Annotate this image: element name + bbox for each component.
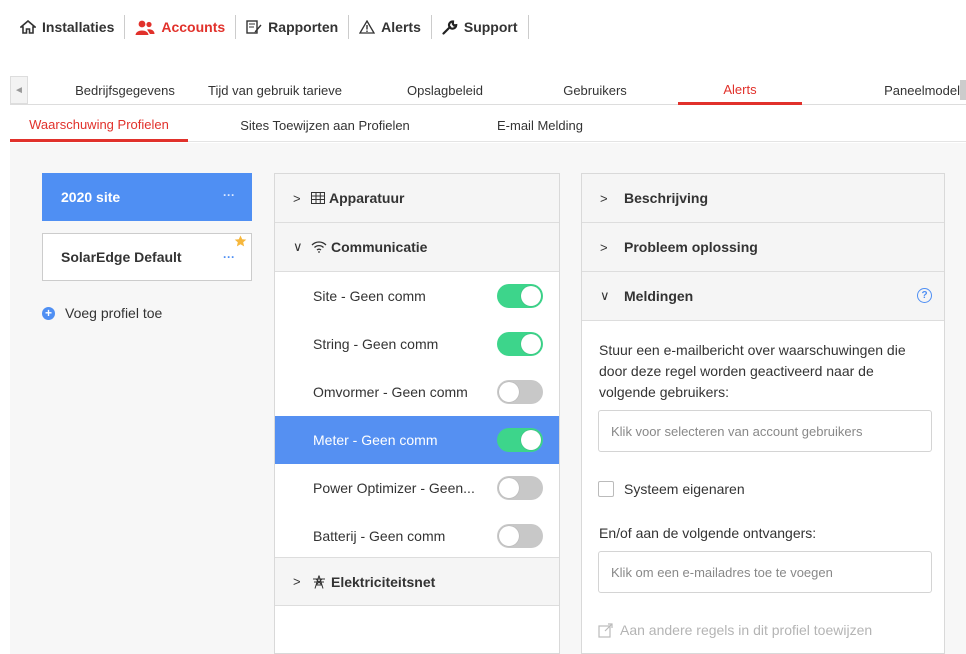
tab-sites-toewijzen[interactable]: Sites Toewijzen aan Profielen (212, 110, 438, 141)
chevron-down-icon: ∨ (600, 288, 610, 303)
tab-waarschuwing-profielen[interactable]: Waarschuwing Profielen (10, 110, 188, 142)
tab-tijd-van-gebruik-tarieven[interactable]: Tijd van gebruik tarieve (200, 76, 350, 104)
nav-accounts[interactable]: Accounts (125, 15, 237, 39)
alert-label: Batterij - Geen comm (313, 528, 446, 544)
chevron-right-icon: > (600, 239, 608, 255)
star-icon (234, 235, 247, 251)
tab-scroll-right-button[interactable] (960, 80, 966, 100)
profile-name: 2020 site (61, 189, 121, 205)
assign-to-other-rules-link[interactable]: Aan andere regels in dit profiel toewijz… (598, 622, 872, 638)
chevron-right-icon: > (600, 190, 608, 206)
nav-alerts-label: Alerts (381, 19, 421, 35)
export-icon (598, 622, 614, 638)
toggle-knob (521, 430, 541, 450)
category-label: Elektriciteitsnet (331, 573, 436, 590)
recipients-label: En/of aan de volgende ontvangers: (599, 525, 817, 541)
assign-label: Aan andere regels in dit profiel toewijz… (620, 622, 873, 638)
help-icon[interactable]: ? (917, 288, 932, 303)
warning-triangle-icon (359, 20, 376, 34)
tab-email-melding[interactable]: E-mail Melding (480, 110, 600, 141)
profile-item-2020-site[interactable]: 2020 site ··· (42, 173, 252, 221)
tab-paneelmodel[interactable]: Paneelmodel (855, 76, 960, 104)
system-owners-label: Systeem eigenaren (624, 481, 745, 497)
toggle-knob (499, 526, 519, 546)
toggle-knob (499, 382, 519, 402)
report-edit-icon (246, 20, 262, 34)
section-label: Probleem oplossing (624, 239, 758, 255)
alert-toggle[interactable] (497, 380, 543, 404)
alert-toggle[interactable] (497, 428, 543, 452)
more-options-icon[interactable]: ··· (223, 188, 235, 202)
alert-row-power-optimizer-geen-comm[interactable]: Power Optimizer - Geen... (275, 464, 559, 512)
profile-name: SolarEdge Default (61, 249, 182, 265)
system-owners-option[interactable]: Systeem eigenaren (598, 481, 745, 497)
toggle-knob (499, 478, 519, 498)
top-nav-bar: Installaties Accounts Rapporten Alerts S… (10, 8, 529, 46)
system-owners-checkbox[interactable] (598, 481, 614, 497)
tab-opslagbeleid[interactable]: Opslagbeleid (350, 76, 540, 104)
nav-alerts[interactable]: Alerts (349, 15, 432, 39)
nav-rapporten[interactable]: Rapporten (236, 15, 350, 39)
alert-row-omvormer-geen-comm[interactable]: Omvormer - Geen comm (275, 368, 559, 416)
alert-label: Site - Geen comm (313, 288, 426, 304)
category-apparatuur-header[interactable]: > Apparatuur (275, 174, 559, 223)
chevron-right-icon: > (293, 574, 301, 589)
nav-installaties-label: Installaties (42, 19, 115, 35)
nav-accounts-label: Accounts (161, 19, 226, 35)
toggle-knob (521, 334, 541, 354)
section-label: Beschrijving (624, 190, 709, 206)
section-meldingen-header[interactable]: ∨ Meldingen ? (582, 272, 944, 321)
alert-label: Power Optimizer - Geen... (313, 480, 475, 496)
power-tower-icon (311, 574, 327, 589)
alert-row-string-geen-comm[interactable]: String - Geen comm (275, 320, 559, 368)
toggle-knob (521, 286, 541, 306)
tab-gebruikers[interactable]: Gebruikers (540, 76, 650, 104)
nav-support[interactable]: Support (432, 15, 529, 39)
alert-row-site-geen-comm[interactable]: Site - Geen comm (275, 272, 559, 320)
settings-tab-bar: ◄ Bedrijfsgegevens Tijd van gebruik tari… (10, 76, 966, 105)
alert-toggle[interactable] (497, 284, 543, 308)
users-icon (135, 20, 155, 35)
wrench-icon (442, 19, 458, 35)
add-profile-label: Voeg profiel toe (65, 305, 163, 321)
chevron-left-icon: ◄ (14, 84, 24, 96)
section-probleem-oplossing-header[interactable]: > Probleem oplossing (582, 223, 944, 272)
section-label: Meldingen (624, 288, 694, 304)
alert-row-meter-geen-comm[interactable]: Meter - Geen comm (275, 416, 559, 464)
wifi-icon (311, 241, 327, 253)
alert-toggle[interactable] (497, 476, 543, 500)
more-options-icon[interactable]: ··· (223, 250, 235, 264)
tab-alerts[interactable]: Alerts (678, 76, 802, 105)
tab-bedrijfsgegevens[interactable]: Bedrijfsgegevens (50, 76, 200, 104)
notification-description: Stuur een e-mailbericht over waarschuwin… (599, 342, 906, 400)
alert-categories-panel: > Apparatuur ∨ Communicatie Site - Geen … (274, 173, 560, 654)
alert-toggle[interactable] (497, 524, 543, 548)
nav-installaties[interactable]: Installaties (10, 15, 126, 39)
profile-item-solaredge-default[interactable]: SolarEdge Default ··· (42, 233, 252, 281)
alerts-sub-tab-bar: Waarschuwing Profielen Sites Toewijzen a… (10, 110, 966, 142)
plus-circle-icon: + (42, 306, 55, 320)
add-profile-button[interactable]: + Voeg profiel toe (42, 305, 162, 321)
alert-toggle[interactable] (497, 332, 543, 356)
grid-icon (311, 192, 325, 204)
alert-row-batterij-geen-comm[interactable]: Batterij - Geen comm (275, 512, 559, 560)
account-users-select[interactable]: Klik voor selecteren van account gebruik… (598, 410, 932, 452)
chevron-right-icon: > (293, 190, 301, 206)
category-label: Apparatuur (329, 190, 405, 206)
top-navigation: Installaties Accounts Rapporten Alerts S… (0, 0, 966, 56)
chevron-down-icon: ∨ (293, 239, 303, 254)
alert-label: Omvormer - Geen comm (313, 384, 468, 400)
category-communicatie-header[interactable]: ∨ Communicatie (275, 223, 559, 272)
nav-rapporten-label: Rapporten (268, 19, 339, 35)
alert-label: Meter - Geen comm (313, 432, 438, 448)
email-recipient-input[interactable]: Klik om een e-mailadres toe te voegen (598, 551, 932, 593)
nav-support-label: Support (463, 19, 518, 35)
alert-details-panel: > Beschrijving > Probleem oplossing ∨ Me… (581, 173, 945, 654)
tab-scroll-left-button[interactable]: ◄ (10, 76, 28, 104)
category-label: Communicatie (331, 239, 428, 255)
home-icon (20, 20, 36, 34)
section-beschrijving-header[interactable]: > Beschrijving (582, 174, 944, 223)
category-elektriciteitsnet-header[interactable]: > Elektriciteitsnet (275, 557, 559, 606)
alert-label: String - Geen comm (313, 336, 439, 352)
